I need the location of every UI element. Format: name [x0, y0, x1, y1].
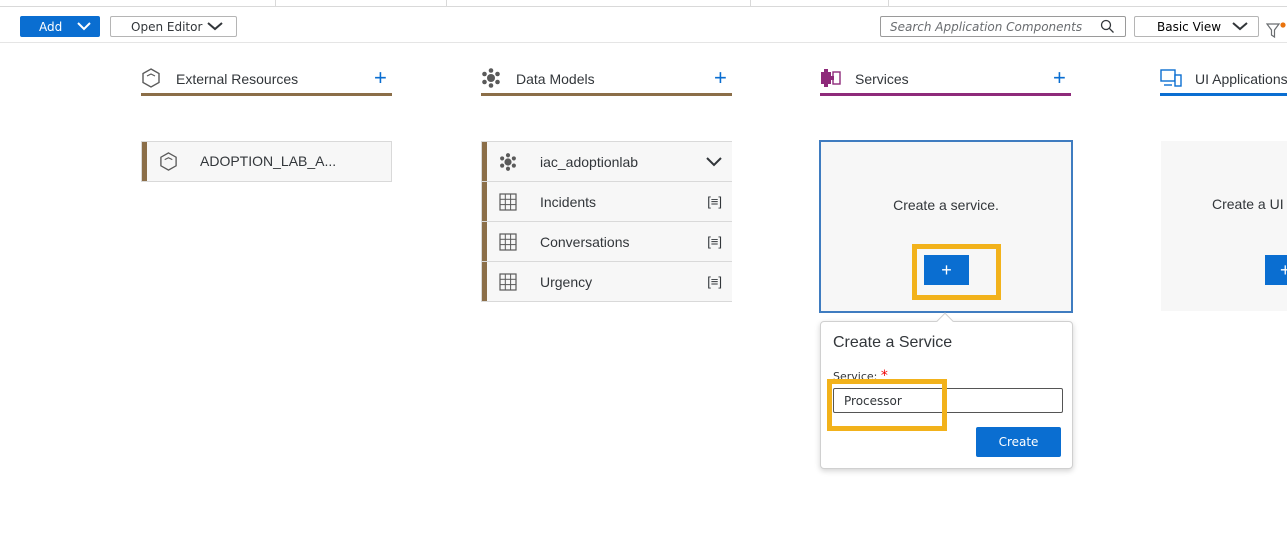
services-icon	[821, 69, 841, 87]
table-grid-icon	[499, 273, 517, 291]
list-item[interactable]: Conversations [≡]	[482, 222, 732, 262]
tab-separator	[446, 0, 447, 7]
table-grid-icon	[499, 193, 517, 211]
external-resource-label: ADOPTION_LAB_A...	[200, 153, 337, 169]
table-grid-icon	[499, 233, 517, 251]
column-underline	[820, 93, 1071, 96]
external-resource-card[interactable]: ADOPTION_LAB_A...	[141, 141, 392, 182]
column-services: Services +	[820, 65, 1071, 96]
data-model-name: iac_adoptionlab	[540, 154, 639, 170]
column-ui-applications: UI Applications	[1160, 65, 1287, 96]
add-data-model-button[interactable]: +	[714, 67, 727, 89]
open-editor-label: Open Editor	[131, 19, 203, 34]
entity-fields-icon[interactable]: [≡]	[707, 274, 722, 289]
card-accent-bar	[142, 142, 147, 181]
list-item[interactable]: Urgency [≡]	[482, 262, 732, 302]
ui-empty-message: Create a UI	[1212, 196, 1284, 212]
external-resource-icon	[160, 152, 177, 171]
ui-application-icon	[1160, 69, 1182, 87]
entity-fields-icon[interactable]: [≡]	[707, 234, 722, 249]
highlight-box	[827, 379, 947, 431]
search-field[interactable]	[880, 16, 1126, 37]
column-data-models: Data Models +	[481, 65, 732, 96]
card-accent-bar	[482, 262, 487, 301]
create-button[interactable]: Create	[976, 427, 1061, 457]
data-model-icon	[482, 68, 500, 88]
view-select-label: Basic View	[1157, 19, 1222, 34]
data-model-card: iac_adoptionlab Incidents [≡] Conversati…	[481, 141, 732, 302]
chevron-down-icon[interactable]	[706, 156, 722, 167]
column-title: Services	[855, 71, 909, 87]
add-button[interactable]: Add	[20, 16, 100, 37]
tab-strip	[0, 0, 1287, 7]
column-title: UI Applications	[1195, 71, 1287, 87]
add-service-button[interactable]: +	[1053, 67, 1066, 89]
column-external-resources: External Resources +	[141, 65, 392, 96]
column-title: Data Models	[516, 71, 595, 87]
entity-label: Incidents	[540, 194, 597, 210]
column-underline	[141, 93, 392, 96]
tab-separator	[888, 0, 889, 7]
chevron-down-icon	[207, 22, 223, 31]
data-model-header-row[interactable]: iac_adoptionlab	[482, 142, 732, 182]
tab-separator	[750, 0, 751, 7]
card-accent-bar	[482, 142, 487, 181]
filter-icon[interactable]	[1266, 22, 1287, 39]
toolbar: Add Open Editor Basic View	[0, 7, 1287, 43]
data-model-icon	[500, 153, 516, 171]
popover-title: Create a Service	[833, 334, 953, 351]
view-select[interactable]: Basic View	[1134, 16, 1259, 37]
entity-label: Conversations	[540, 234, 630, 250]
entity-fields-icon[interactable]: [≡]	[707, 194, 722, 209]
add-button-label: Add	[39, 19, 63, 34]
search-input[interactable]	[890, 18, 1090, 35]
chevron-down-icon	[1232, 22, 1248, 31]
column-title: External Resources	[176, 71, 299, 87]
card-accent-bar	[482, 182, 487, 221]
card-accent-bar	[482, 222, 487, 261]
add-external-resource-button[interactable]: +	[374, 67, 387, 89]
search-icon[interactable]	[1100, 19, 1115, 34]
open-editor-button[interactable]: Open Editor	[110, 16, 237, 37]
entity-label: Urgency	[540, 274, 593, 290]
create-ui-plus-button[interactable]: +	[1265, 255, 1287, 285]
column-underline	[481, 93, 732, 96]
highlight-box	[912, 244, 1001, 300]
chevron-down-icon	[77, 22, 91, 31]
tab-separator	[275, 0, 276, 7]
popover-arrow	[936, 312, 954, 330]
column-underline	[1160, 93, 1287, 96]
ui-applications-empty-card: Create a UI	[1161, 141, 1287, 311]
services-empty-message: Create a service.	[893, 197, 999, 213]
external-resource-icon	[142, 68, 160, 88]
list-item[interactable]: Incidents [≡]	[482, 182, 732, 222]
